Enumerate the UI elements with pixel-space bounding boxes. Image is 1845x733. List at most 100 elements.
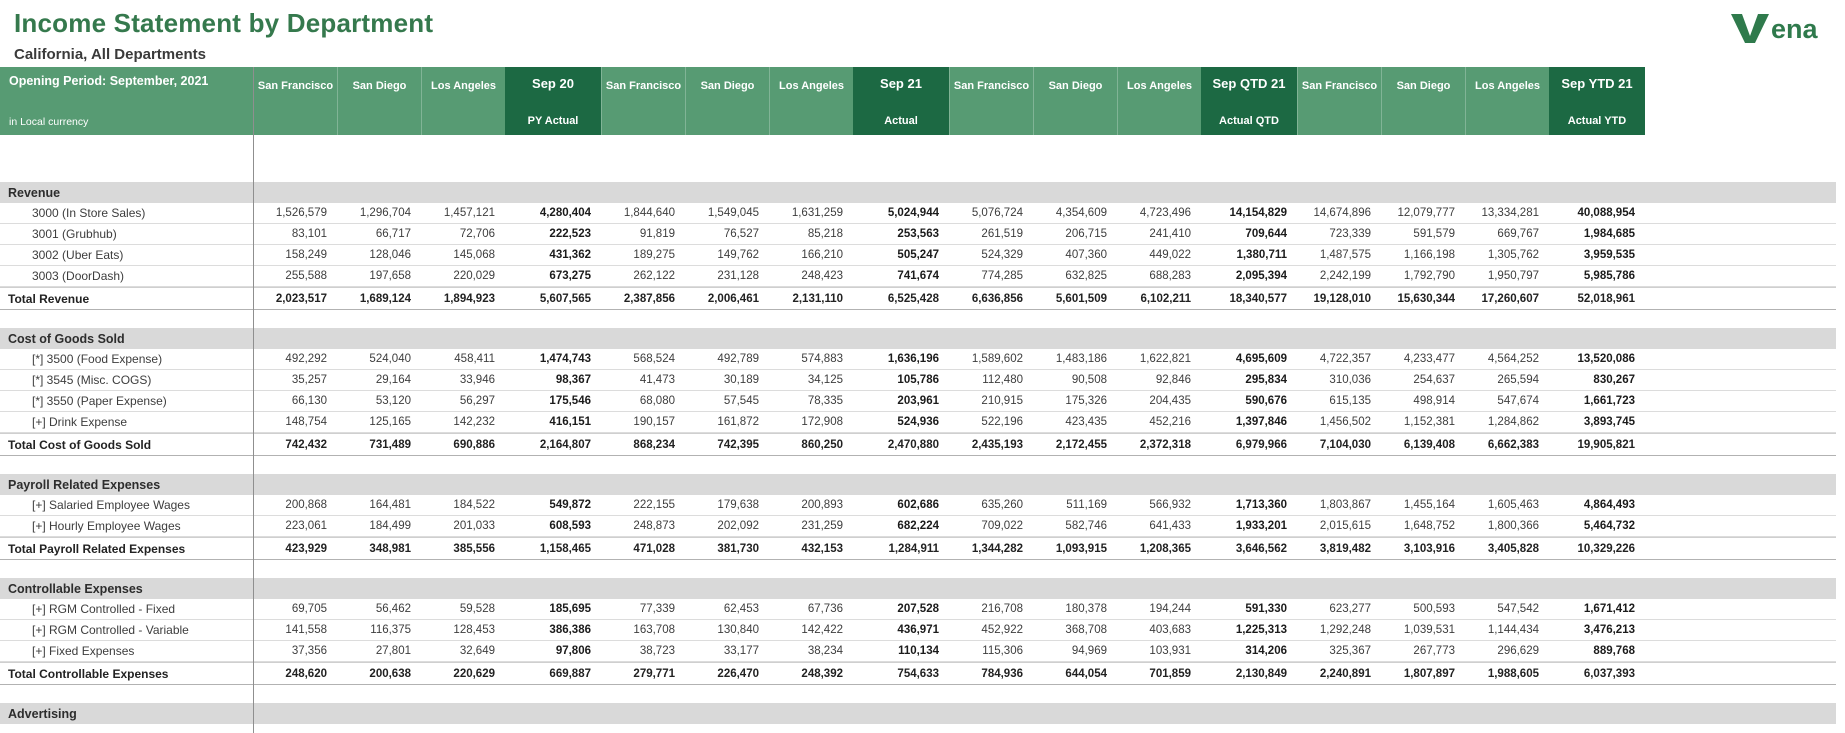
row-label[interactable]: [+] Fixed Expenses <box>0 644 253 658</box>
value-cell[interactable]: 1,950,797 <box>1465 270 1549 282</box>
value-cell[interactable]: 492,789 <box>685 353 769 365</box>
value-cell[interactable]: 348,981 <box>337 543 421 555</box>
value-cell[interactable]: 220,029 <box>421 270 505 282</box>
value-cell[interactable]: 179,638 <box>685 499 769 511</box>
value-cell[interactable]: 2,387,856 <box>601 293 685 305</box>
value-cell[interactable]: 1,456,502 <box>1297 416 1381 428</box>
total-value-cell[interactable]: 505,247 <box>853 249 949 261</box>
total-value-cell[interactable]: 608,593 <box>505 520 601 532</box>
value-cell[interactable]: 2,240,891 <box>1297 668 1381 680</box>
total-value-cell[interactable]: 2,130,849 <box>1201 668 1297 680</box>
total-value-cell[interactable]: 5,985,786 <box>1549 270 1645 282</box>
total-value-cell[interactable]: 3,476,213 <box>1549 624 1645 636</box>
value-cell[interactable]: 83,101 <box>253 228 337 240</box>
value-cell[interactable]: 1,803,867 <box>1297 499 1381 511</box>
value-cell[interactable]: 296,629 <box>1465 645 1549 657</box>
value-cell[interactable]: 5,601,509 <box>1033 293 1117 305</box>
value-cell[interactable]: 158,249 <box>253 249 337 261</box>
value-cell[interactable]: 524,040 <box>337 353 421 365</box>
value-cell[interactable]: 265,594 <box>1465 374 1549 386</box>
value-cell[interactable]: 59,528 <box>421 603 505 615</box>
value-cell[interactable]: 17,260,607 <box>1465 293 1549 305</box>
value-cell[interactable]: 2,006,461 <box>685 293 769 305</box>
value-cell[interactable]: 1,605,463 <box>1465 499 1549 511</box>
value-cell[interactable]: 85,218 <box>769 228 853 240</box>
value-cell[interactable]: 522,196 <box>949 416 1033 428</box>
value-cell[interactable]: 566,932 <box>1117 499 1201 511</box>
value-cell[interactable]: 241,410 <box>1117 228 1201 240</box>
value-cell[interactable]: 1,631,259 <box>769 207 853 219</box>
value-cell[interactable]: 623,277 <box>1297 603 1381 615</box>
total-value-cell[interactable]: 4,864,493 <box>1549 499 1645 511</box>
value-cell[interactable]: 1,166,198 <box>1381 249 1465 261</box>
total-value-cell[interactable]: 2,164,807 <box>505 439 601 451</box>
total-value-cell[interactable]: 1,397,846 <box>1201 416 1297 428</box>
value-cell[interactable]: 385,556 <box>421 543 505 555</box>
total-value-cell[interactable]: 253,563 <box>853 228 949 240</box>
value-cell[interactable]: 180,378 <box>1033 603 1117 615</box>
value-cell[interactable]: 77,339 <box>601 603 685 615</box>
value-cell[interactable]: 254,637 <box>1381 374 1465 386</box>
value-cell[interactable]: 6,662,383 <box>1465 439 1549 451</box>
row-label[interactable]: Total Revenue <box>0 292 253 306</box>
total-value-cell[interactable]: 40,088,954 <box>1549 207 1645 219</box>
value-cell[interactable]: 38,723 <box>601 645 685 657</box>
value-cell[interactable]: 1,455,164 <box>1381 499 1465 511</box>
value-cell[interactable]: 2,131,110 <box>769 293 853 305</box>
value-cell[interactable]: 511,169 <box>1033 499 1117 511</box>
value-cell[interactable]: 2,242,199 <box>1297 270 1381 282</box>
value-cell[interactable]: 37,356 <box>253 645 337 657</box>
row-label[interactable]: [+] RGM Controlled - Variable <box>0 623 253 637</box>
value-cell[interactable]: 190,157 <box>601 416 685 428</box>
value-cell[interactable]: 368,708 <box>1033 624 1117 636</box>
total-value-cell[interactable]: 431,362 <box>505 249 601 261</box>
row-label[interactable]: [+] RGM Controlled - Fixed <box>0 602 253 616</box>
value-cell[interactable]: 1,296,704 <box>337 207 421 219</box>
value-cell[interactable]: 2,172,455 <box>1033 439 1117 451</box>
value-cell[interactable]: 66,130 <box>253 395 337 407</box>
value-cell[interactable]: 1,807,897 <box>1381 668 1465 680</box>
value-cell[interactable]: 223,061 <box>253 520 337 532</box>
total-value-cell[interactable]: 741,674 <box>853 270 949 282</box>
value-cell[interactable]: 641,433 <box>1117 520 1201 532</box>
total-value-cell[interactable]: 6,037,393 <box>1549 668 1645 680</box>
value-cell[interactable]: 57,545 <box>685 395 769 407</box>
value-cell[interactable]: 2,023,517 <box>253 293 337 305</box>
value-cell[interactable]: 62,453 <box>685 603 769 615</box>
value-cell[interactable]: 125,165 <box>337 416 421 428</box>
total-value-cell[interactable]: 19,905,821 <box>1549 439 1645 451</box>
total-value-cell[interactable]: 709,644 <box>1201 228 1297 240</box>
value-cell[interactable]: 3,819,482 <box>1297 543 1381 555</box>
total-value-cell[interactable]: 1,713,360 <box>1201 499 1297 511</box>
total-value-cell[interactable]: 3,646,562 <box>1201 543 1297 555</box>
value-cell[interactable]: 204,435 <box>1117 395 1201 407</box>
total-value-cell[interactable]: 13,520,086 <box>1549 353 1645 365</box>
value-cell[interactable]: 568,524 <box>601 353 685 365</box>
value-cell[interactable]: 201,033 <box>421 520 505 532</box>
value-cell[interactable]: 1,792,790 <box>1381 270 1465 282</box>
value-cell[interactable]: 6,636,856 <box>949 293 1033 305</box>
value-cell[interactable]: 216,708 <box>949 603 1033 615</box>
value-cell[interactable]: 1,988,605 <box>1465 668 1549 680</box>
value-cell[interactable]: 197,658 <box>337 270 421 282</box>
row-label[interactable]: [+] Drink Expense <box>0 415 253 429</box>
total-value-cell[interactable]: 1,158,465 <box>505 543 601 555</box>
value-cell[interactable]: 262,122 <box>601 270 685 282</box>
total-value-cell[interactable]: 602,686 <box>853 499 949 511</box>
value-cell[interactable]: 1,894,923 <box>421 293 505 305</box>
value-cell[interactable]: 574,883 <box>769 353 853 365</box>
total-value-cell[interactable]: 105,786 <box>853 374 949 386</box>
value-cell[interactable]: 175,326 <box>1033 395 1117 407</box>
value-cell[interactable]: 279,771 <box>601 668 685 680</box>
value-cell[interactable]: 29,164 <box>337 374 421 386</box>
value-cell[interactable]: 255,588 <box>253 270 337 282</box>
value-cell[interactable]: 4,564,252 <box>1465 353 1549 365</box>
value-cell[interactable]: 231,259 <box>769 520 853 532</box>
value-cell[interactable]: 69,705 <box>253 603 337 615</box>
row-label[interactable]: [*] 3500 (Food Expense) <box>0 352 253 366</box>
value-cell[interactable]: 19,128,010 <box>1297 293 1381 305</box>
value-cell[interactable]: 7,104,030 <box>1297 439 1381 451</box>
value-cell[interactable]: 432,153 <box>769 543 853 555</box>
total-value-cell[interactable]: 1,474,743 <box>505 353 601 365</box>
value-cell[interactable]: 56,297 <box>421 395 505 407</box>
